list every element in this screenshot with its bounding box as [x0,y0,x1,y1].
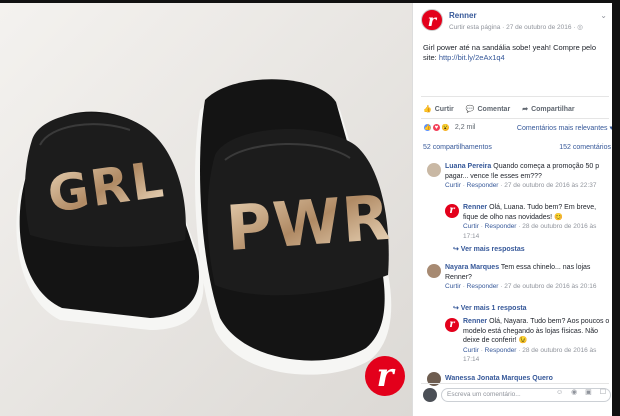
comment: Nayara Marques Tem essa chinelo... nas l… [445,263,613,292]
reply: Renner Olá, Luana. Tudo bem? Em breve, f… [463,203,611,241]
divider [421,383,609,384]
divider [421,118,609,119]
like-label: Curtir [434,105,454,113]
comment-date: · 27 de outubro de 2016 às 20:16 [500,283,597,290]
post-caption: Girl power até na sandália sobe! yeah! C… [423,43,609,63]
comment-meta: Curtir · Responder · 27 de outubro de 20… [445,182,597,189]
reply: Renner Olá, Nayara. Tudo bem? Aos poucos… [463,317,611,365]
renner-reply-avatar[interactable]: r [445,204,459,218]
slides-photo-image: GRL PWR [0,0,412,416]
like-button[interactable]: 👍 Curtir [423,103,454,115]
reply-reply-link[interactable]: Responder [485,223,517,230]
reaction-count[interactable]: 2,2 mil [455,124,476,131]
post-link[interactable]: http://bit.ly/2eAx1q4 [439,53,505,62]
facebook-photo-viewer: GRL PWR r r Renner Curtir esta página · … [0,0,620,416]
page-name-link[interactable]: Renner [449,11,477,20]
reply-meta: Curtir · Responder · 28 de outubro de 20… [463,223,597,240]
reply-author[interactable]: Renner [463,204,487,211]
divider [421,96,609,97]
share-icon: ➦ [522,106,529,113]
wow-reaction-icon: 😮 [440,123,450,132]
comment-reply-link[interactable]: Responder [467,283,499,290]
reply-author[interactable]: Renner [463,318,487,325]
commenter-name[interactable]: Nayara Marques [445,264,499,271]
share-label: Compartilhar [531,105,575,113]
love-reaction-icon: ♥ [431,123,441,132]
shares-row: 52 compartilhamentos 152 comentários [423,144,611,151]
viewer-frame-right [612,0,620,416]
reply-like-link[interactable]: Curtir [463,347,479,354]
post-header: r Renner Curtir esta página · 27 de outu… [421,9,609,37]
reactions-row[interactable]: 👍 ♥ 😮 2,2 mil Comentários mais relevante… [423,123,613,135]
comments-count[interactable]: 152 comentários [559,144,611,151]
commenter-avatar[interactable] [427,264,441,278]
comments-sort-dropdown[interactable]: Comentários mais relevantes ▾ [517,124,613,132]
comment: Luana Pereira Quando começa a promoção 5… [445,162,613,191]
commenter-name[interactable]: Luana Pereira [445,163,491,170]
comment-icon: 💬 [465,106,475,113]
post-details-panel: r Renner Curtir esta página · 27 de outu… [412,0,620,416]
composer-tool-icons[interactable]: ☺ ◉ ▣ ☐ [556,388,609,396]
reply-date: · 28 de outubro de 2016 às 17:14 [463,223,597,240]
see-one-reply-link[interactable]: ↪ Ver mais 1 resposta [453,304,527,312]
commenter-name[interactable]: Wanessa Jonata Marques Quero [445,375,553,382]
comment-date: · 27 de outubro de 2016 às 22:37 [500,182,597,189]
renner-reply-avatar[interactable]: r [445,318,459,332]
post-meta: Curtir esta página · 27 de outubro de 20… [449,24,583,31]
comment-like-link[interactable]: Curtir [445,283,461,290]
see-more-replies-link[interactable]: ↪ Ver mais respostas [453,245,525,253]
chevron-down-icon[interactable]: ⌄ [600,11,607,20]
comment-like-link[interactable]: Curtir [445,182,461,189]
reply-like-link[interactable]: Curtir [463,223,479,230]
shares-count[interactable]: 52 compartilhamentos [423,144,492,151]
post-photo[interactable]: GRL PWR r [0,0,412,416]
post-actions: 👍 Curtir 💬 Comentar ➦ Compartilhar [423,103,611,115]
user-avatar [423,388,437,402]
comment-label: Comentar [477,105,511,113]
page-avatar[interactable]: r [421,9,443,31]
commenter-avatar[interactable] [427,163,441,177]
viewer-frame-top [0,0,620,3]
reply-meta: Curtir · Responder · 28 de outubro de 20… [463,346,597,364]
reply-date: · 28 de outubro de 2016 às 17:14 [463,346,597,364]
reply-reply-link[interactable]: Responder [485,347,517,354]
right-slide-lettering: PWR [224,181,393,265]
thumbs-up-icon: 👍 [423,106,432,113]
comment-composer: Escreva um comentário... ☺ ◉ ▣ ☐ [423,386,613,404]
comment-button[interactable]: 💬 Comentar [466,103,510,115]
renner-logo-watermark: r [365,356,405,396]
comment-reply-link[interactable]: Responder [467,182,499,189]
share-button[interactable]: ➦ Compartilhar [522,103,574,115]
comment-meta: Curtir · Responder · 27 de outubro de 20… [445,283,597,290]
like-reaction-icon: 👍 [423,123,432,132]
